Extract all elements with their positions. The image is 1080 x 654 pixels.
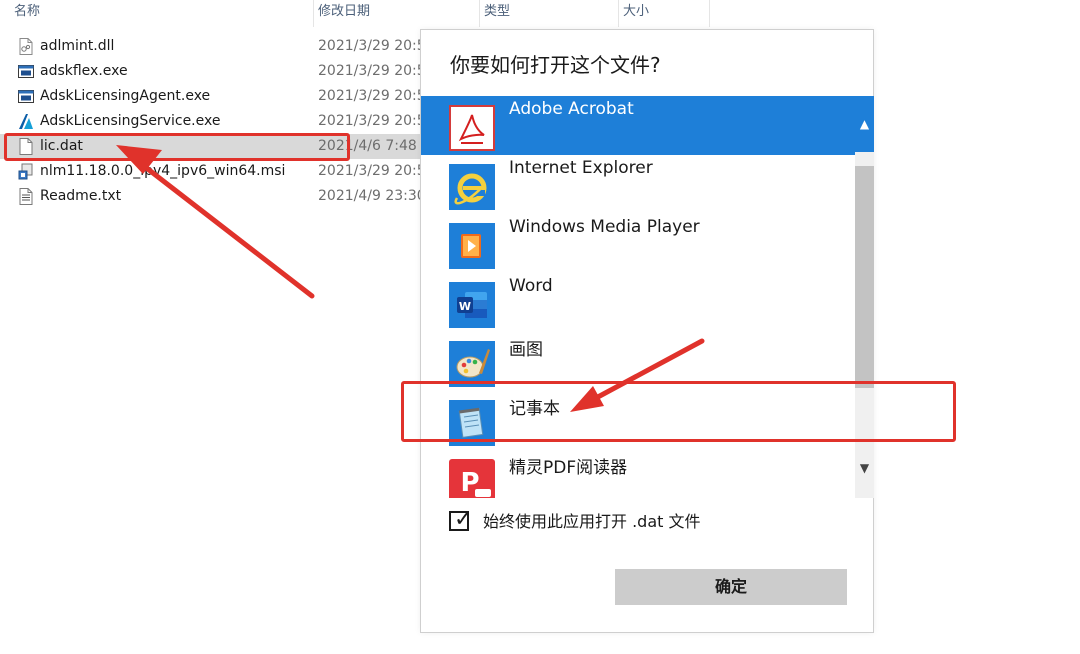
file-name: AdskLicensingService.exe <box>40 113 221 129</box>
file-name: Readme.txt <box>40 188 122 204</box>
file-row-adsklicensingagent[interactable]: AdskLicensingAgent.exe 2021/3/29 20:5 <box>0 84 430 109</box>
scroll-up-chevron-icon[interactable]: ▲ <box>855 96 874 152</box>
column-header-date[interactable]: 修改日期 <box>313 0 479 27</box>
always-use-label: 始终使用此应用打开 .dat 文件 <box>483 512 701 531</box>
column-header-size[interactable]: 大小 <box>618 0 710 27</box>
internet-explorer-icon <box>449 164 495 210</box>
file-name: adskflex.exe <box>40 63 128 79</box>
word-icon: W <box>449 282 495 328</box>
app-label: Internet Explorer <box>509 158 653 178</box>
file-row-nlm-msi[interactable]: nlm11.18.0.0_ipv4_ipv6_win64.msi 2021/3/… <box>0 159 430 184</box>
msi-installer-icon <box>18 163 33 180</box>
highlight-box-lic-dat <box>4 133 350 161</box>
exe-window-icon <box>18 65 34 78</box>
text-file-icon <box>19 188 33 205</box>
app-label: Word <box>509 276 553 296</box>
file-row-readme[interactable]: Readme.txt 2021/4/9 23:30 <box>0 184 430 209</box>
ok-button[interactable]: 确定 <box>615 569 847 605</box>
file-date: 2021/3/29 20:5 <box>318 88 426 104</box>
app-item-pdf-reader[interactable]: P 精灵PDF阅读器 <box>421 450 855 498</box>
file-date: 2021/4/9 23:30 <box>318 188 426 204</box>
file-date: 2021/3/29 20:5 <box>318 113 426 129</box>
file-date: 2021/3/29 20:5 <box>318 63 426 79</box>
file-name: AdskLicensingAgent.exe <box>40 88 211 104</box>
scroll-thumb[interactable] <box>855 166 874 388</box>
app-label: Windows Media Player <box>509 217 700 237</box>
file-date: 2021/3/29 20:5 <box>318 38 426 54</box>
file-row-adskflex[interactable]: adskflex.exe 2021/3/29 20:5 <box>0 59 430 84</box>
app-item-windows-media-player[interactable]: Windows Media Player <box>421 214 855 273</box>
app-item-adobe-acrobat[interactable]: Adobe Acrobat <box>421 96 855 155</box>
exe-window-icon <box>18 90 34 103</box>
dll-file-icon <box>19 38 33 55</box>
app-item-word[interactable]: W Word <box>421 273 855 332</box>
app-label: 画图 <box>509 340 543 360</box>
column-header-name[interactable]: 名称 <box>10 0 310 27</box>
open-with-dialog: 你要如何打开这个文件? Adobe Acrobat Internet Explo… <box>420 29 874 633</box>
pdf-reader-icon: P <box>449 459 495 498</box>
checkmark-icon: ✓ <box>454 507 473 532</box>
app-item-internet-explorer[interactable]: Internet Explorer <box>421 155 855 214</box>
file-name: adlmint.dll <box>40 38 115 54</box>
autodesk-logo-icon <box>19 114 33 129</box>
scroll-down-chevron-icon[interactable]: ▼ <box>855 448 874 488</box>
app-label: Adobe Acrobat <box>509 99 634 119</box>
dialog-title: 你要如何打开这个文件? <box>450 53 661 77</box>
adobe-acrobat-icon <box>449 105 495 151</box>
file-name: nlm11.18.0.0_ipv4_ipv6_win64.msi <box>40 163 286 179</box>
app-label: 精灵PDF阅读器 <box>509 458 628 478</box>
file-date: 2021/3/29 20:5 <box>318 163 426 179</box>
always-use-checkbox[interactable]: ✓ <box>449 507 472 532</box>
windows-media-player-icon <box>449 223 495 269</box>
highlight-box-notepad <box>401 381 956 442</box>
svg-text:W: W <box>459 300 471 313</box>
file-row-adsklicensingservice[interactable]: AdskLicensingService.exe 2021/3/29 20:5 <box>0 109 430 134</box>
explorer-column-header: 名称 修改日期 类型 大小 <box>0 0 715 27</box>
column-header-type[interactable]: 类型 <box>479 0 618 27</box>
file-row-adlmint[interactable]: adlmint.dll 2021/3/29 20:5 <box>0 34 430 59</box>
